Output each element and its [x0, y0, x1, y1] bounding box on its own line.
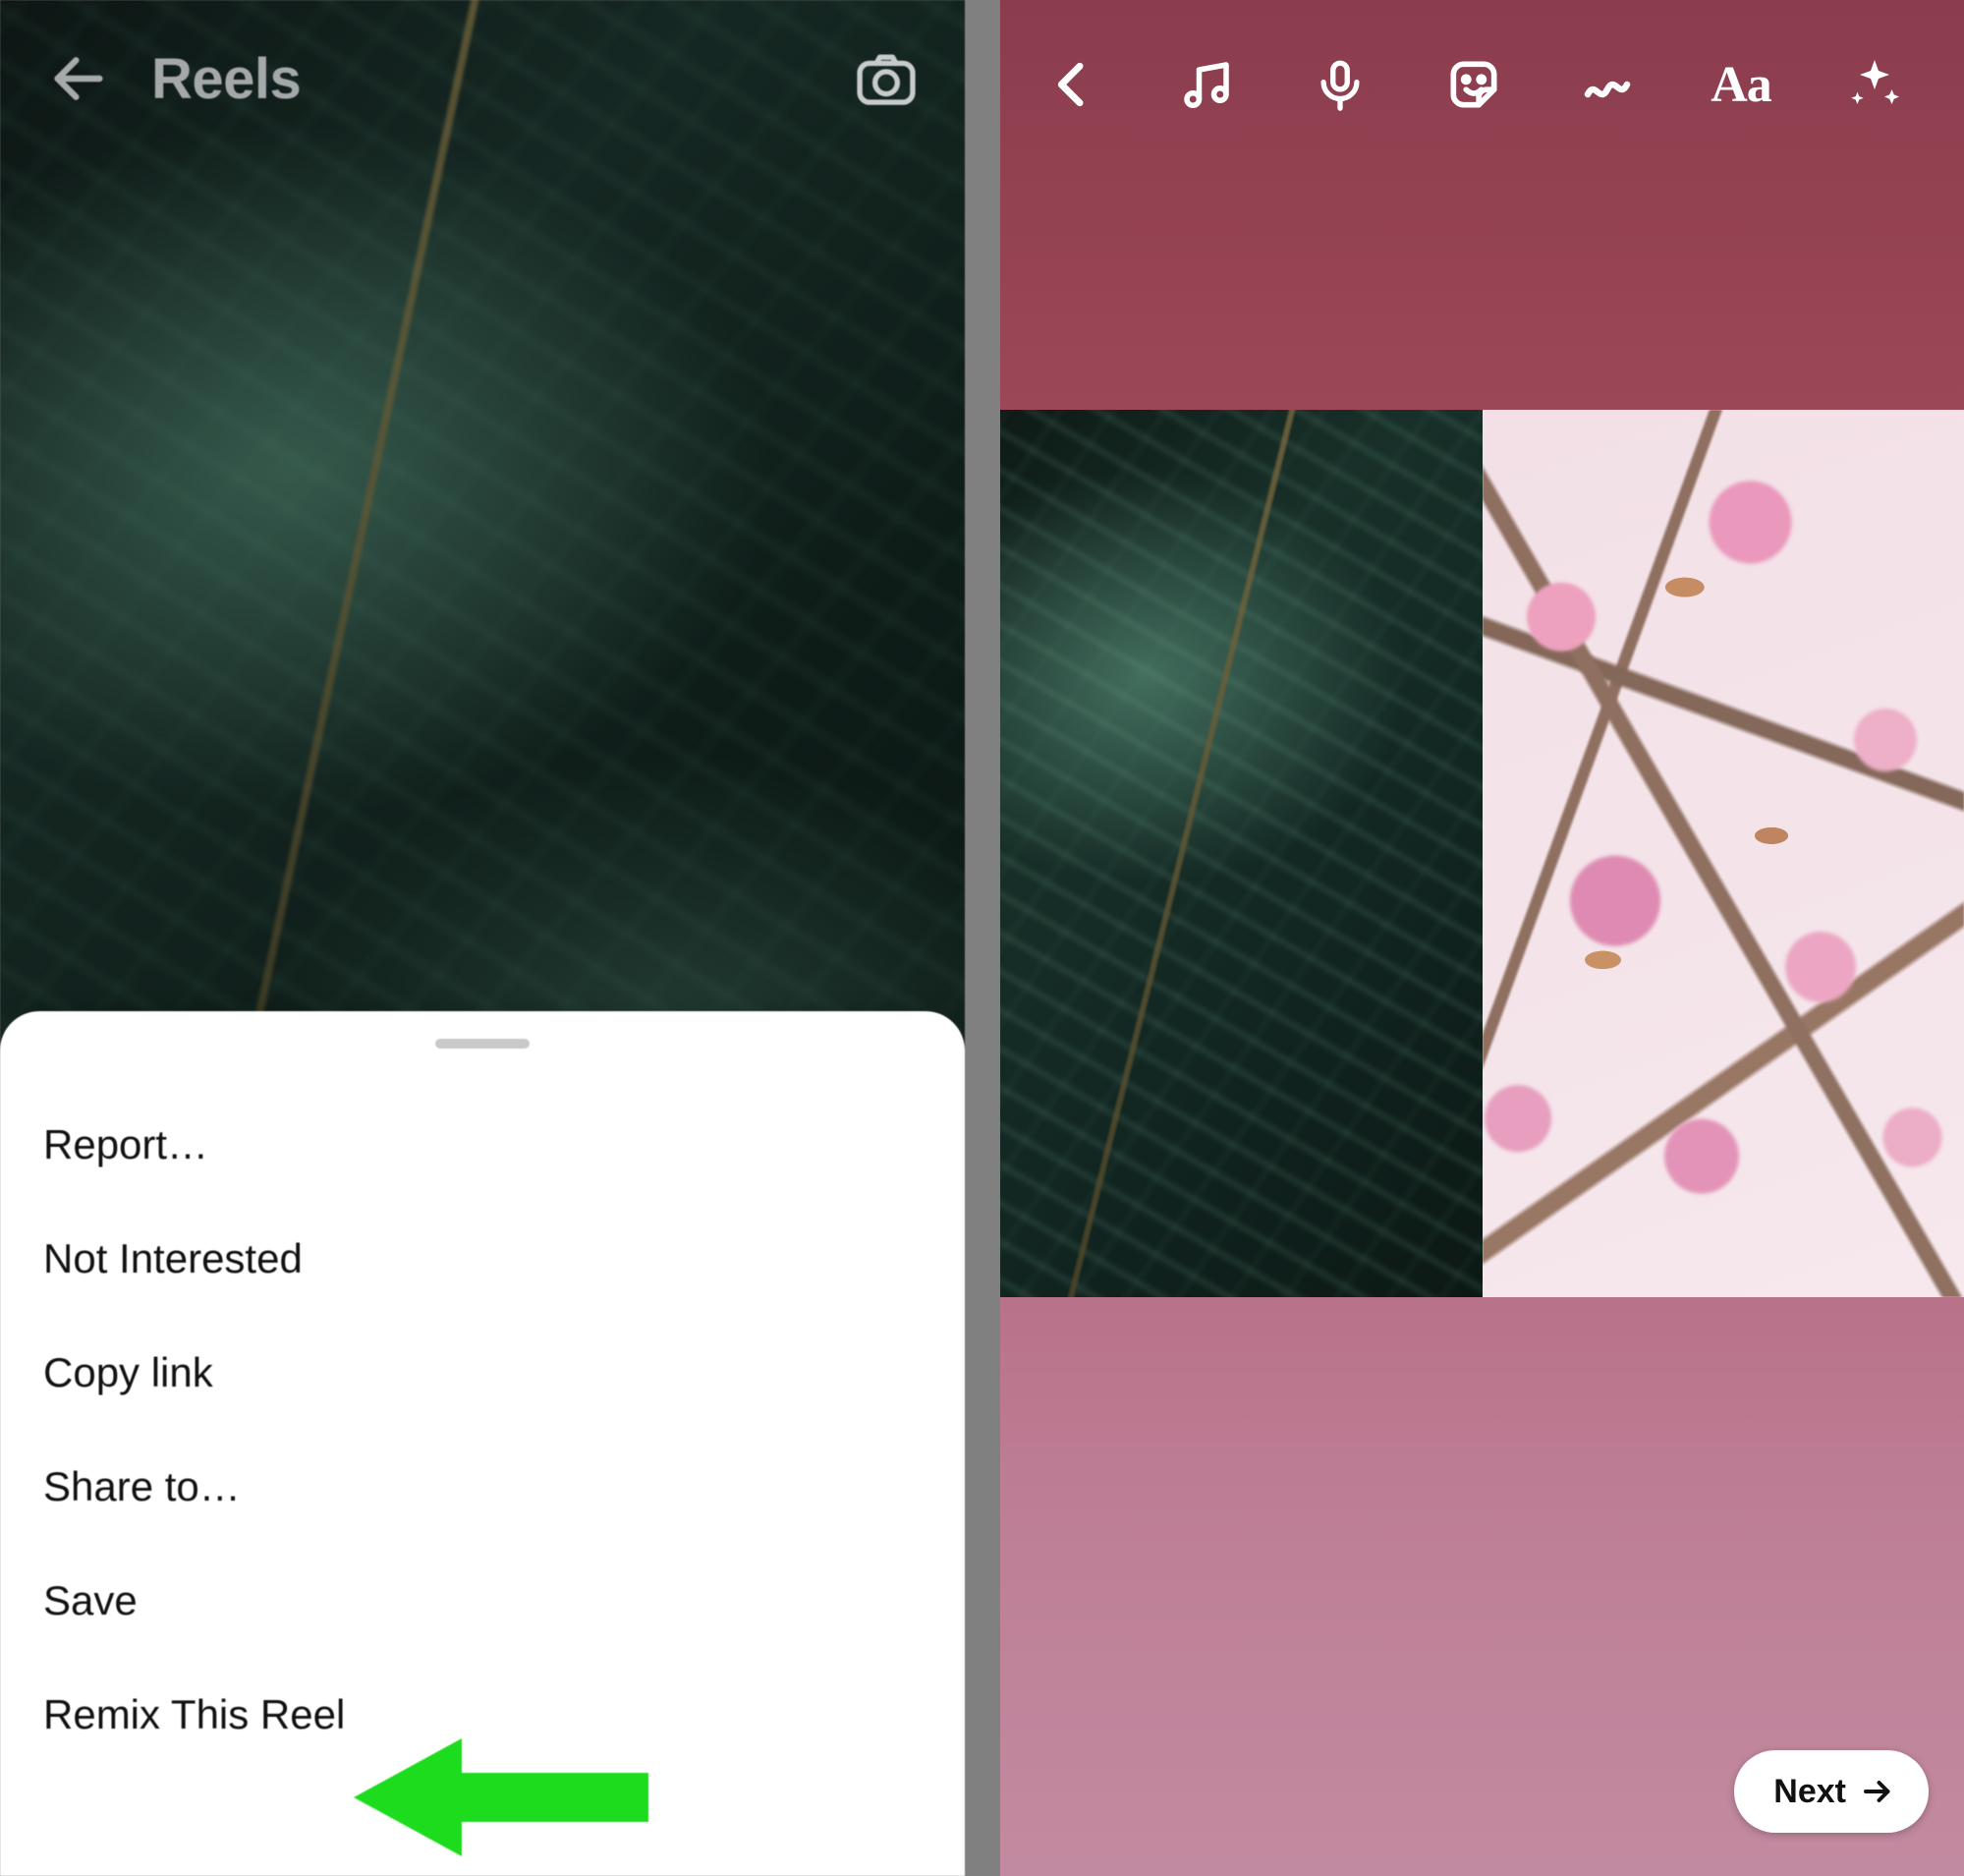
mic-icon[interactable]: [1301, 45, 1379, 124]
sparkle-icon[interactable]: [1835, 45, 1914, 124]
menu-save[interactable]: Save: [0, 1544, 965, 1658]
arrow-right-icon: [1860, 1774, 1895, 1809]
menu-label: Copy link: [43, 1349, 213, 1396]
music-icon[interactable]: [1167, 45, 1246, 124]
sheet-grabber[interactable]: [435, 1039, 530, 1049]
screenshot-pair: Reels Report… Not Interested Copy link S…: [0, 0, 1964, 1876]
next-button[interactable]: Next: [1734, 1750, 1929, 1833]
left-screen-reels: Reels Report… Not Interested Copy link S…: [0, 0, 965, 1876]
right-screen-remix-editor: Aa Next: [1000, 0, 1964, 1876]
menu-share-to[interactable]: Share to…: [0, 1430, 965, 1544]
back-chevron-icon[interactable]: [1034, 45, 1112, 124]
back-arrow-icon[interactable]: [39, 39, 118, 118]
reels-header: Reels: [0, 29, 965, 128]
remix-user-video[interactable]: [1483, 410, 1964, 1297]
menu-label: Remix This Reel: [43, 1691, 345, 1738]
menu-remix-this-reel[interactable]: Remix This Reel: [0, 1658, 965, 1772]
page-title: Reels: [151, 46, 301, 112]
editor-toolbar: Aa: [1000, 39, 1964, 130]
next-button-label: Next: [1773, 1773, 1846, 1811]
sticker-icon[interactable]: [1434, 45, 1513, 124]
menu-label: Share to…: [43, 1463, 241, 1510]
menu-not-interested[interactable]: Not Interested: [0, 1202, 965, 1316]
fern-texture: [1000, 410, 1483, 1297]
effects-squiggle-icon[interactable]: [1568, 45, 1647, 124]
remix-split-view: [1000, 410, 1964, 1297]
action-sheet: Report… Not Interested Copy link Share t…: [0, 1011, 965, 1876]
text-aa-icon[interactable]: Aa: [1702, 45, 1780, 124]
menu-copy-link[interactable]: Copy link: [0, 1316, 965, 1430]
remix-original-video[interactable]: [1000, 410, 1483, 1297]
menu-label: Save: [43, 1577, 138, 1624]
blossom-leaves: [1483, 410, 1964, 1297]
menu-label: Report…: [43, 1121, 208, 1168]
menu-report[interactable]: Report…: [0, 1088, 965, 1202]
camera-icon[interactable]: [847, 39, 926, 118]
menu-label: Not Interested: [43, 1235, 303, 1282]
